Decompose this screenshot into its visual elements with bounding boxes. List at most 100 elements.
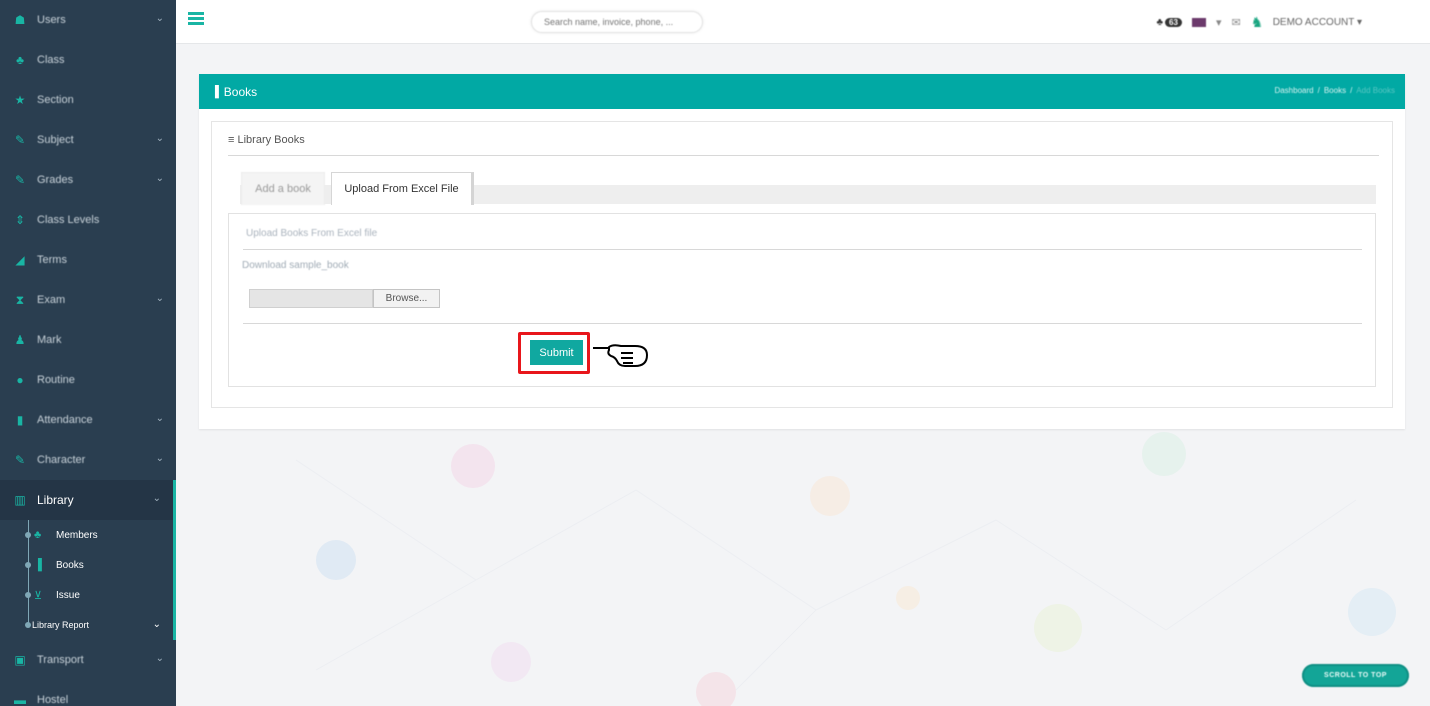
sidebar-item-mark[interactable]: ♟ Mark xyxy=(0,320,176,360)
user-icon: ♟ xyxy=(14,333,26,347)
circle-icon: ● xyxy=(16,373,24,387)
chevron-down-icon: ⌄ xyxy=(155,413,164,424)
sidebar-item-terms[interactable]: ◢ Terms xyxy=(0,240,176,280)
tab-upload-from-excel[interactable]: Upload From Excel File xyxy=(331,172,474,205)
notification-count: 63 xyxy=(1165,17,1182,27)
sidebar-subitem-books[interactable]: ▐ Books xyxy=(0,550,173,580)
chevron-down-icon: ⌄ xyxy=(152,619,161,630)
sidebar-item-label: Grades xyxy=(37,174,74,186)
sidebar-item-label: Library xyxy=(37,493,74,507)
language-flag-icon[interactable] xyxy=(1191,17,1206,27)
breadcrumb-dashboard[interactable]: Dashboard xyxy=(1274,86,1313,95)
breadcrumb-separator: / xyxy=(1317,86,1320,95)
background-decoration xyxy=(295,432,1396,706)
sidebar-item-label: Class Levels xyxy=(37,214,100,226)
sidebar-item-label: Mark xyxy=(37,334,62,346)
sidebar-item-label: Hostel xyxy=(37,694,69,706)
panel-header: ▐ Books Dashboard / Books / Add Books xyxy=(199,74,1405,109)
chevron-down-icon: ⌄ xyxy=(155,133,164,144)
tab-add-a-book[interactable]: Add a book xyxy=(241,172,325,205)
breadcrumb-separator: / xyxy=(1350,86,1353,95)
divider xyxy=(243,249,1362,250)
file-name-field[interactable] xyxy=(249,289,373,308)
account-menu[interactable]: DEMO ACCOUNT ▾ xyxy=(1273,17,1362,28)
bed-icon: ▬ xyxy=(14,693,26,706)
sidebar-item-label: Terms xyxy=(37,254,67,266)
sidebar-subitem-label: Issue xyxy=(56,589,80,601)
bullet-dot xyxy=(25,562,31,568)
browse-button[interactable]: Browse... xyxy=(373,289,440,308)
sidebar-item-label: Subject xyxy=(37,134,74,146)
library-books-box: ≡ Library Books Add a book Upload From E… xyxy=(211,121,1393,408)
chevron-down-icon: ⌄ xyxy=(155,653,164,664)
users-icon: ☗ xyxy=(14,13,26,27)
sidebar-subitem-library-report[interactable]: Library Report ⌄ xyxy=(0,610,173,640)
sidebar-item-users[interactable]: ☗ Users ⌄ xyxy=(0,0,176,40)
sidebar-item-grades[interactable]: ✎ Grades ⌄ xyxy=(0,160,176,200)
submit-button[interactable]: Submit xyxy=(530,340,583,365)
sidebar-subitem-label: Members xyxy=(56,529,98,541)
library-icon: ▥ xyxy=(14,493,26,507)
sidebar-item-class[interactable]: ♣ Class xyxy=(0,40,176,80)
upload-tab-content: Upload Books From Excel file Download sa… xyxy=(228,213,1376,387)
sort-icon: ⇕ xyxy=(14,213,26,227)
sidebar-item-label: Transport xyxy=(37,654,84,666)
mail-icon[interactable]: ✉ xyxy=(1231,16,1240,29)
pointing-hand-icon xyxy=(593,344,648,367)
breadcrumb-current: Add Books xyxy=(1356,86,1395,95)
chevron-down-icon: ⌄ xyxy=(155,173,164,184)
hourglass-icon: ⧗ xyxy=(15,292,25,307)
list-icon: ≡ xyxy=(228,134,235,146)
sidebar-subitem-label: Books xyxy=(56,559,84,571)
sidebar-subitem-members[interactable]: ♣ Members xyxy=(0,520,173,550)
search-input[interactable] xyxy=(531,11,703,33)
edit-icon: ✎ xyxy=(14,133,26,147)
sidebar-item-label: Attendance xyxy=(37,414,93,426)
sidebar-subitem-label: Library Report xyxy=(32,620,90,630)
box-title-text: Library Books xyxy=(237,134,305,146)
sidebar-item-routine[interactable]: ● Routine xyxy=(0,360,176,400)
edit-icon: ✎ xyxy=(14,453,26,467)
sidebar-item-exam[interactable]: ⧗ Exam ⌄ xyxy=(0,280,176,320)
sidebar-item-library[interactable]: ▥ Library ⌄ xyxy=(0,480,176,520)
divider xyxy=(228,155,1379,156)
book-icon: ▐ xyxy=(34,559,42,571)
sidebar-item-section[interactable]: ★ Section xyxy=(0,80,176,120)
signal-icon: ◢ xyxy=(15,253,25,267)
sidebar-subitem-issue[interactable]: ⊻ Issue xyxy=(0,580,173,610)
top-bar: ♣63 ▾ ✉ ♞ DEMO ACCOUNT ▾ xyxy=(176,0,1430,44)
bell-icon: ♣ xyxy=(1156,16,1164,28)
sidebar-item-label: Class xyxy=(37,54,65,66)
sidebar-item-character[interactable]: ✎ Character ⌄ xyxy=(0,440,176,480)
page-title: Books xyxy=(223,84,258,99)
bullet-dot xyxy=(25,592,31,598)
bullet-dot xyxy=(25,622,31,628)
chevron-down-icon: ⌄ xyxy=(155,13,164,24)
library-submenu: ♣ Members ▐ Books ⊻ Issue Library Report… xyxy=(0,520,176,640)
notification-button[interactable]: ♣ 63 xyxy=(1156,16,1182,28)
scroll-to-top-button[interactable]: SCROLL TO TOP xyxy=(1302,664,1409,687)
file-input[interactable]: Browse... xyxy=(249,289,440,308)
chevron-down-icon: ⌄ xyxy=(155,293,164,304)
divider xyxy=(243,323,1362,324)
sidebar-item-label: Exam xyxy=(37,294,66,306)
breadcrumb-books[interactable]: Books xyxy=(1324,86,1346,95)
topbar-actions: ♣ 63 ▾ ✉ ♞ DEMO ACCOUNT ▾ xyxy=(1156,14,1362,30)
box-title: ≡ Library Books xyxy=(228,134,305,146)
sidebar-item-subject[interactable]: ✎ Subject ⌄ xyxy=(0,120,176,160)
menu-toggle-icon[interactable] xyxy=(188,12,204,26)
download-sample-link[interactable]: Download sample_book xyxy=(242,260,349,271)
star-icon: ★ xyxy=(14,93,26,107)
sidebar-item-label: Section xyxy=(37,94,74,106)
sidebar-item-attendance[interactable]: ▮ Attendance ⌄ xyxy=(0,400,176,440)
sidebar: ☗ Users ⌄ ♣ Class ★ Section ✎ Subject ⌄ ✎ Grades ⌄ ⇕ C… xyxy=(0,0,176,706)
avatar[interactable]: ♞ xyxy=(1251,14,1264,30)
breadcrumb: Dashboard / Books / Add Books xyxy=(1274,86,1395,95)
bus-icon: ▣ xyxy=(14,653,26,667)
sidebar-item-transport[interactable]: ▣ Transport ⌄ xyxy=(0,640,176,680)
sidebar-item-hostel[interactable]: ▬ Hostel xyxy=(0,680,176,706)
clipboard-icon: ▮ xyxy=(16,413,24,427)
sidebar-item-class-levels[interactable]: ⇕ Class Levels xyxy=(0,200,176,240)
submit-highlight-box: Submit xyxy=(518,332,590,374)
class-icon: ♣ xyxy=(16,53,24,67)
